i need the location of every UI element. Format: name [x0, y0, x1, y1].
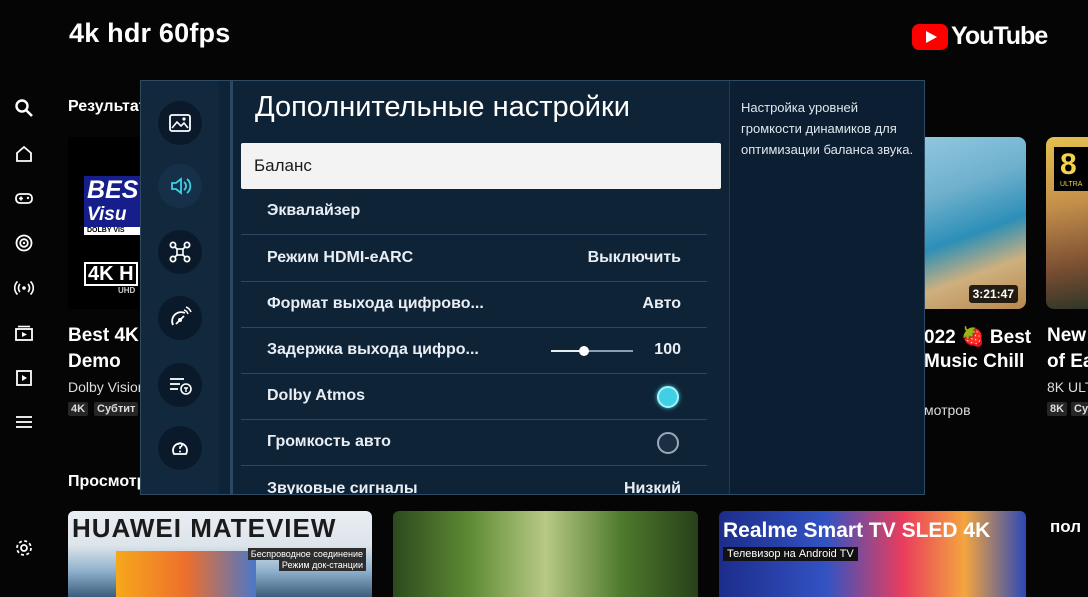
uhd-badge: 4K H UHD	[84, 262, 144, 295]
video-title-right-2-line1[interactable]: New	[1047, 325, 1086, 347]
menu-item-dolby-atmos[interactable]: Dolby Atmos	[241, 374, 707, 420]
video-title-left[interactable]: Best 4K Demo	[68, 323, 148, 375]
gaming-icon[interactable]	[12, 186, 36, 210]
menu-item-value: 100	[654, 341, 681, 358]
settings-menu: Баланс Эквалайзер Режим HDMI-eARC Выключ…	[241, 143, 721, 495]
menu-item-value: Выключить	[587, 249, 681, 266]
menu-item-label: Звуковые сигналы	[267, 480, 418, 495]
broadcast-icon[interactable]	[158, 296, 202, 340]
video-thumbnail-right-2[interactable]: 8 ULTRA	[1046, 137, 1088, 309]
menu-item-digital-output-format[interactable]: Формат выхода цифрово... Авто	[241, 282, 707, 328]
picture-icon[interactable]	[158, 101, 202, 145]
menu-item-label: Режим HDMI-eARC	[267, 249, 414, 266]
chip-subtitles: Субтит	[94, 402, 139, 416]
live-icon[interactable]	[12, 276, 36, 300]
browse-card-heading: HUAWEI MATEVIEW	[72, 513, 337, 543]
video-title-right-1-line2[interactable]: Music Chill	[924, 351, 1024, 373]
menu-item-hdmi-earc[interactable]: Режим HDMI-eARC Выключить	[241, 236, 707, 282]
monitor-image	[116, 551, 256, 597]
library-icon[interactable]	[12, 366, 36, 390]
target-icon[interactable]	[12, 231, 36, 255]
menu-item-label: Баланс	[254, 156, 312, 175]
settings-title: Дополнительные настройки	[255, 91, 630, 123]
menu-item-balance[interactable]: Баланс	[241, 143, 721, 189]
menu-item-sound-feedback[interactable]: Звуковые сигналы Низкий	[241, 467, 707, 495]
browse-card-sub-2: Режим док-станции	[278, 559, 366, 571]
menu-item-value: Авто	[642, 295, 681, 312]
browse-card-sub: Телевизор на Android TV	[723, 547, 858, 561]
video-title-right-1-line1[interactable]: 022 🍓 Best	[924, 325, 1031, 349]
menu-item-label: Формат выхода цифрово...	[267, 295, 484, 312]
video-channel-left: Dolby Vision	[68, 379, 146, 395]
browse-card-realme[interactable]: Realme Smart TV SLED 4K Телевизор на And…	[719, 511, 1026, 597]
duration-badge: 3:21:47	[968, 285, 1018, 303]
8k-badge-sub: ULTRA	[1060, 181, 1083, 188]
setting-description: Настройка уровней громкости динамиков дл…	[741, 100, 914, 157]
menu-item-auto-volume[interactable]: Громкость авто	[241, 420, 707, 466]
youtube-play-icon	[912, 23, 948, 50]
auto-volume-toggle[interactable]	[657, 432, 679, 454]
menu-item-value: Низкий	[623, 480, 681, 495]
gear-icon[interactable]	[12, 536, 36, 560]
browse-card-forest[interactable]	[393, 511, 698, 597]
chip-subtitles-2: Су	[1071, 402, 1088, 416]
video-meta-right-2: 8K ULT	[1047, 379, 1088, 395]
search-query-title: 4k hdr 60fps	[69, 18, 231, 48]
badge-line-2: Visu	[87, 204, 127, 225]
sound-icon[interactable]	[158, 164, 202, 208]
connection-icon[interactable]	[158, 230, 202, 274]
menu-item-digital-output-delay[interactable]: Задержка выхода цифро... 100	[241, 328, 707, 374]
sound-settings-panel: Дополнительные настройки Баланс Эквалайз…	[140, 80, 925, 495]
subscriptions-icon[interactable]	[12, 321, 36, 345]
delay-slider[interactable]	[551, 346, 633, 356]
general-icon[interactable]	[158, 363, 202, 407]
video-thumbnail-right-1[interactable]: 3:21:47	[924, 137, 1026, 309]
browse-card-huawei[interactable]: HUAWEI MATEVIEW Беспроводное соединение …	[68, 511, 372, 597]
menu-icon[interactable]	[12, 410, 36, 434]
menu-item-equalizer[interactable]: Эквалайзер	[241, 189, 707, 235]
panel-divider	[230, 81, 233, 494]
video-meta-right-1: мотров	[924, 402, 971, 418]
browse-section-label: Просмотр	[68, 473, 147, 490]
badge-line-1: BES	[87, 176, 139, 204]
browse-partial-text: пол	[1050, 517, 1082, 536]
home-icon[interactable]	[12, 142, 36, 166]
dolby-atmos-toggle[interactable]	[657, 386, 679, 408]
delay-slider-knob[interactable]	[578, 346, 589, 356]
youtube-logo: YouTube	[912, 22, 1048, 51]
menu-item-label: Dolby Atmos	[267, 387, 366, 404]
browse-card-heading: Realme Smart TV SLED 4K	[723, 519, 991, 542]
youtube-wordmark: YouTube	[951, 22, 1048, 50]
menu-item-label: Задержка выхода цифро...	[267, 341, 479, 358]
best-visual-badge: BES Visu DOLBY VIS	[84, 176, 149, 235]
menu-item-label: Громкость авто	[267, 433, 391, 450]
support-icon[interactable]	[158, 426, 202, 470]
menu-item-label: Эквалайзер	[267, 202, 361, 219]
chip-8k: 8K	[1047, 402, 1068, 416]
results-section-label: Результат	[68, 98, 147, 115]
search-icon[interactable]	[12, 96, 36, 120]
chip-4k: 4K	[68, 402, 89, 416]
video-title-right-2-line2[interactable]: of Ea	[1047, 351, 1088, 373]
uhd-text: 4K H	[84, 262, 138, 286]
